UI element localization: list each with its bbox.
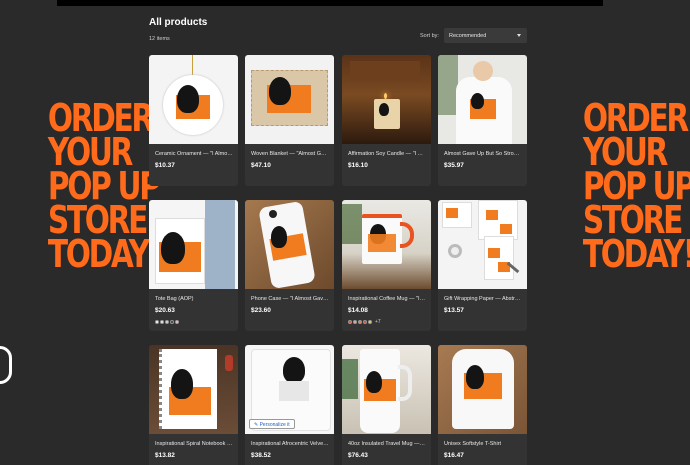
product-name[interactable]: Tote Bag (AOP) (155, 296, 233, 302)
personalize-label: Personalize it (259, 422, 290, 428)
page-title: All products (149, 17, 208, 28)
product-price: $16.10 (348, 162, 368, 169)
product-image[interactable] (438, 55, 527, 144)
product-price: $35.97 (444, 162, 464, 169)
product-price: $23.60 (251, 307, 271, 314)
product-price: $38.52 (251, 452, 271, 459)
product-image[interactable] (342, 200, 431, 289)
product-image[interactable] (342, 55, 431, 144)
product-name[interactable]: Phone Case — "I Almost Gave Up" (251, 296, 329, 302)
item-count: 12 items (149, 36, 170, 42)
color-swatch[interactable] (175, 320, 179, 324)
promo-banner-right: ORDER YOUR POP UP STORE TODAY! (582, 99, 690, 276)
product-price: $16.47 (444, 452, 464, 459)
product-image[interactable] (149, 200, 238, 289)
product-card[interactable]: Ceramic Ornament — "I Almost Gave Up" $1… (149, 55, 238, 186)
product-image[interactable] (438, 345, 527, 434)
product-name[interactable]: Almost Gave Up But So Strong Hoodie (444, 151, 522, 157)
color-swatches[interactable] (155, 319, 179, 325)
product-price: $13.82 (155, 452, 175, 459)
product-card[interactable]: Almost Gave Up But So Strong Hoodie $35.… (438, 55, 527, 186)
scroll-ring-icon[interactable] (0, 346, 12, 384)
product-name[interactable]: Inspirational Spiral Notebook — "I Almos… (155, 441, 233, 447)
product-name[interactable]: 40oz Insulated Travel Mug — "I Almost Ga… (348, 441, 426, 447)
promo-line: TODAY! (582, 232, 690, 276)
edit-icon: ✎ (254, 422, 259, 428)
top-bar (57, 0, 603, 6)
product-card[interactable]: Unisex Softstyle T-Shirt $16.47 (438, 345, 527, 465)
product-name[interactable]: Woven Blanket — "Almost Gave Up" (251, 151, 329, 157)
product-card[interactable]: Tote Bag (AOP) $20.63 (149, 200, 238, 331)
product-name[interactable]: Inspirational Coffee Mug — "I Almost Gav… (348, 296, 426, 302)
product-name[interactable]: Affirmation Soy Candle — "I Almost Gave … (348, 151, 426, 157)
personalize-badge[interactable]: ✎ Personalize it (249, 419, 295, 429)
product-card[interactable]: Woven Blanket — "Almost Gave Up" $47.10 (245, 55, 334, 186)
product-image[interactable] (149, 55, 238, 144)
product-card[interactable]: Affirmation Soy Candle — "I Almost Gave … (342, 55, 431, 186)
more-colors[interactable]: +7 (375, 319, 381, 325)
product-image[interactable] (342, 345, 431, 434)
sort-value: Recommended (449, 33, 487, 39)
product-card[interactable]: ✎ Personalize it Inspirational Afrocentr… (245, 345, 334, 465)
product-price: $14.08 (348, 307, 368, 314)
product-price: $20.63 (155, 307, 175, 314)
product-image[interactable]: ✎ Personalize it (245, 345, 334, 434)
product-card[interactable]: Phone Case — "I Almost Gave Up" $23.60 (245, 200, 334, 331)
product-name[interactable]: Unisex Softstyle T-Shirt (444, 441, 522, 447)
color-swatch[interactable] (170, 320, 174, 324)
chevron-down-icon (517, 34, 521, 37)
product-name[interactable]: Ceramic Ornament — "I Almost Gave Up" (155, 151, 233, 157)
product-image[interactable] (149, 345, 238, 434)
sort-label: Sort by: (420, 33, 439, 39)
promo-line: TODAY! (47, 232, 161, 276)
product-price: $10.37 (155, 162, 175, 169)
color-swatch[interactable] (348, 320, 352, 324)
color-swatch[interactable] (160, 320, 164, 324)
product-price: $47.10 (251, 162, 271, 169)
product-price: $13.57 (444, 307, 464, 314)
sort-dropdown[interactable]: Recommended (444, 28, 527, 43)
color-swatch[interactable] (353, 320, 357, 324)
color-swatch[interactable] (155, 320, 159, 324)
product-name[interactable]: Inspirational Afrocentric Velveteen Blan… (251, 441, 329, 447)
color-swatches[interactable]: +7 (348, 319, 381, 325)
promo-banner-left: ORDER YOUR POP UP STORE TODAY! (47, 99, 161, 276)
product-image[interactable] (245, 55, 334, 144)
product-image[interactable] (438, 200, 527, 289)
color-swatch[interactable] (363, 320, 367, 324)
color-swatch[interactable] (165, 320, 169, 324)
product-card[interactable]: Inspirational Coffee Mug — "I Almost Gav… (342, 200, 431, 331)
product-price: $76.43 (348, 452, 368, 459)
color-swatch[interactable] (368, 320, 372, 324)
product-card[interactable]: Inspirational Spiral Notebook — "I Almos… (149, 345, 238, 465)
product-card[interactable]: Gift Wrapping Paper — Abstract Afrocentr… (438, 200, 527, 331)
product-name[interactable]: Gift Wrapping Paper — Abstract Afrocentr… (444, 296, 522, 302)
product-image[interactable] (245, 200, 334, 289)
color-swatch[interactable] (358, 320, 362, 324)
product-card[interactable]: 40oz Insulated Travel Mug — "I Almost Ga… (342, 345, 431, 465)
